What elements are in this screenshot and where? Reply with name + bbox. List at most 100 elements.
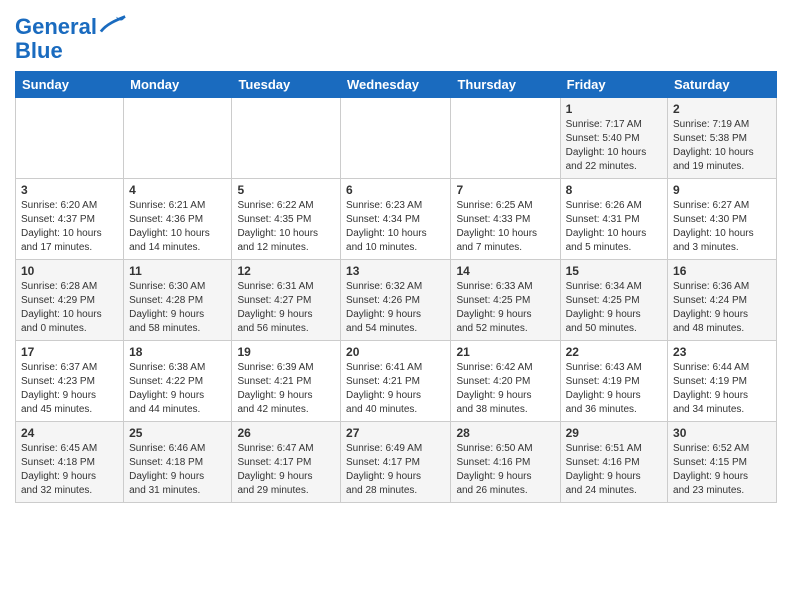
day-info: Sunrise: 6:31 AM Sunset: 4:27 PM Dayligh… <box>237 280 335 336</box>
day-info: Sunrise: 6:25 AM Sunset: 4:33 PM Dayligh… <box>456 199 554 255</box>
calendar-cell: 10 Sunrise: 6:28 AM Sunset: 4:29 PM Dayli… <box>16 260 124 341</box>
day-number: 25 <box>129 426 226 440</box>
calendar-cell: 4Sunrise: 6:21 AM Sunset: 4:36 PM Daylig… <box>124 179 232 260</box>
day-info: Sunrise: 6:21 AM Sunset: 4:36 PM Dayligh… <box>129 199 226 255</box>
calendar-cell: 6 Sunrise: 6:23 AM Sunset: 4:34 PM Daylig… <box>341 179 451 260</box>
calendar-cell <box>232 98 341 179</box>
calendar-cell: 23 Sunrise: 6:44 AM Sunset: 4:19 PM Dayli… <box>668 341 777 422</box>
day-info: Sunrise: 6:36 AM Sunset: 4:24 PM Dayligh… <box>673 280 771 336</box>
day-number: 16 <box>673 264 771 278</box>
day-info: Sunrise: 6:52 AM Sunset: 4:15 PM Dayligh… <box>673 442 771 498</box>
calendar-cell: 2 Sunrise: 7:19 AM Sunset: 5:38 PM Daylig… <box>668 98 777 179</box>
day-info: Sunrise: 6:49 AM Sunset: 4:17 PM Dayligh… <box>346 442 445 498</box>
day-info: Sunrise: 6:50 AM Sunset: 4:16 PM Dayligh… <box>456 442 554 498</box>
day-number: 17 <box>21 345 118 359</box>
calendar-cell: 17Sunrise: 6:37 AM Sunset: 4:23 PM Dayli… <box>16 341 124 422</box>
day-info: Sunrise: 6:23 AM Sunset: 4:34 PM Dayligh… <box>346 199 445 255</box>
calendar-cell: 28 Sunrise: 6:50 AM Sunset: 4:16 PM Dayli… <box>451 422 560 503</box>
calendar-cell: 26 Sunrise: 6:47 AM Sunset: 4:17 PM Dayli… <box>232 422 341 503</box>
day-info: Sunrise: 6:22 AM Sunset: 4:35 PM Dayligh… <box>237 199 335 255</box>
calendar-cell <box>16 98 124 179</box>
day-number: 22 <box>566 345 662 359</box>
day-number: 21 <box>456 345 554 359</box>
calendar-cell: 21Sunrise: 6:42 AM Sunset: 4:20 PM Dayli… <box>451 341 560 422</box>
calendar-header-thursday: Thursday <box>451 72 560 98</box>
calendar-table: SundayMondayTuesdayWednesdayThursdayFrid… <box>15 71 777 503</box>
calendar-cell: 8 Sunrise: 6:26 AM Sunset: 4:31 PM Daylig… <box>560 179 667 260</box>
calendar-cell: 15Sunrise: 6:34 AM Sunset: 4:25 PM Dayli… <box>560 260 667 341</box>
day-number: 8 <box>566 183 662 197</box>
calendar-cell: 18 Sunrise: 6:38 AM Sunset: 4:22 PM Dayli… <box>124 341 232 422</box>
day-number: 11 <box>129 264 226 278</box>
day-info: Sunrise: 6:28 AM Sunset: 4:29 PM Dayligh… <box>21 280 118 336</box>
day-number: 13 <box>346 264 445 278</box>
calendar-header-friday: Friday <box>560 72 667 98</box>
calendar-cell: 13 Sunrise: 6:32 AM Sunset: 4:26 PM Dayli… <box>341 260 451 341</box>
day-number: 2 <box>673 102 771 116</box>
calendar-cell <box>124 98 232 179</box>
day-info: Sunrise: 6:47 AM Sunset: 4:17 PM Dayligh… <box>237 442 335 498</box>
calendar-cell: 29 Sunrise: 6:51 AM Sunset: 4:16 PM Dayli… <box>560 422 667 503</box>
calendar-header-monday: Monday <box>124 72 232 98</box>
day-number: 9 <box>673 183 771 197</box>
day-info: Sunrise: 6:38 AM Sunset: 4:22 PM Dayligh… <box>129 361 226 417</box>
day-info: Sunrise: 6:51 AM Sunset: 4:16 PM Dayligh… <box>566 442 662 498</box>
calendar-cell: 19 Sunrise: 6:39 AM Sunset: 4:21 PM Dayli… <box>232 341 341 422</box>
day-info: Sunrise: 6:43 AM Sunset: 4:19 PM Dayligh… <box>566 361 662 417</box>
day-number: 10 <box>21 264 118 278</box>
logo-text-general: General <box>15 15 97 39</box>
calendar-cell: 3Sunrise: 6:20 AM Sunset: 4:37 PM Daylig… <box>16 179 124 260</box>
calendar-header-tuesday: Tuesday <box>232 72 341 98</box>
day-info: Sunrise: 6:33 AM Sunset: 4:25 PM Dayligh… <box>456 280 554 336</box>
day-number: 23 <box>673 345 771 359</box>
calendar-cell: 30Sunrise: 6:52 AM Sunset: 4:15 PM Dayli… <box>668 422 777 503</box>
calendar-header-sunday: Sunday <box>16 72 124 98</box>
calendar-cell: 22 Sunrise: 6:43 AM Sunset: 4:19 PM Dayli… <box>560 341 667 422</box>
calendar-cell: 1 Sunrise: 7:17 AM Sunset: 5:40 PM Daylig… <box>560 98 667 179</box>
day-number: 7 <box>456 183 554 197</box>
day-number: 27 <box>346 426 445 440</box>
day-number: 26 <box>237 426 335 440</box>
logo-text-blue: Blue <box>15 39 127 63</box>
day-number: 19 <box>237 345 335 359</box>
calendar-cell: 9 Sunrise: 6:27 AM Sunset: 4:30 PM Daylig… <box>668 179 777 260</box>
day-number: 18 <box>129 345 226 359</box>
calendar-week-3: 10 Sunrise: 6:28 AM Sunset: 4:29 PM Dayli… <box>16 260 777 341</box>
calendar-cell: 11Sunrise: 6:30 AM Sunset: 4:28 PM Dayli… <box>124 260 232 341</box>
page-container: General Blue SundayMondayTuesdayWednesda… <box>15 10 777 503</box>
calendar-week-1: 1 Sunrise: 7:17 AM Sunset: 5:40 PM Daylig… <box>16 98 777 179</box>
calendar-cell: 7 Sunrise: 6:25 AM Sunset: 4:33 PM Daylig… <box>451 179 560 260</box>
logo-bird-icon <box>99 14 127 36</box>
day-info: Sunrise: 7:19 AM Sunset: 5:38 PM Dayligh… <box>673 118 771 174</box>
day-number: 29 <box>566 426 662 440</box>
day-number: 15 <box>566 264 662 278</box>
calendar-cell: 25 Sunrise: 6:46 AM Sunset: 4:18 PM Dayli… <box>124 422 232 503</box>
calendar-cell: 12Sunrise: 6:31 AM Sunset: 4:27 PM Dayli… <box>232 260 341 341</box>
day-number: 1 <box>566 102 662 116</box>
calendar-cell: 5 Sunrise: 6:22 AM Sunset: 4:35 PM Daylig… <box>232 179 341 260</box>
day-info: Sunrise: 6:45 AM Sunset: 4:18 PM Dayligh… <box>21 442 118 498</box>
calendar-cell: 14 Sunrise: 6:33 AM Sunset: 4:25 PM Dayli… <box>451 260 560 341</box>
calendar-cell <box>451 98 560 179</box>
day-info: Sunrise: 6:32 AM Sunset: 4:26 PM Dayligh… <box>346 280 445 336</box>
day-info: Sunrise: 6:39 AM Sunset: 4:21 PM Dayligh… <box>237 361 335 417</box>
calendar-week-4: 17Sunrise: 6:37 AM Sunset: 4:23 PM Dayli… <box>16 341 777 422</box>
day-number: 28 <box>456 426 554 440</box>
day-number: 5 <box>237 183 335 197</box>
day-number: 6 <box>346 183 445 197</box>
day-info: Sunrise: 6:26 AM Sunset: 4:31 PM Dayligh… <box>566 199 662 255</box>
calendar-header-row: SundayMondayTuesdayWednesdayThursdayFrid… <box>16 72 777 98</box>
day-number: 14 <box>456 264 554 278</box>
day-info: Sunrise: 6:41 AM Sunset: 4:21 PM Dayligh… <box>346 361 445 417</box>
day-info: Sunrise: 6:46 AM Sunset: 4:18 PM Dayligh… <box>129 442 226 498</box>
day-info: Sunrise: 7:17 AM Sunset: 5:40 PM Dayligh… <box>566 118 662 174</box>
calendar-cell <box>341 98 451 179</box>
calendar-cell: 24 Sunrise: 6:45 AM Sunset: 4:18 PM Dayli… <box>16 422 124 503</box>
header: General Blue <box>15 10 777 63</box>
day-info: Sunrise: 6:27 AM Sunset: 4:30 PM Dayligh… <box>673 199 771 255</box>
day-info: Sunrise: 6:44 AM Sunset: 4:19 PM Dayligh… <box>673 361 771 417</box>
logo: General Blue <box>15 15 127 63</box>
day-number: 20 <box>346 345 445 359</box>
calendar-week-5: 24 Sunrise: 6:45 AM Sunset: 4:18 PM Dayli… <box>16 422 777 503</box>
day-number: 24 <box>21 426 118 440</box>
